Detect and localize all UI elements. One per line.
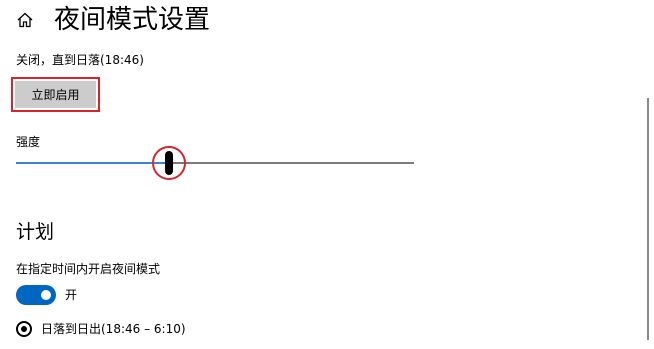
sunset-to-sunrise-label[interactable]: 日落到日出(18:46 – 6:10) — [41, 321, 186, 337]
strength-label: 强度 — [16, 135, 41, 149]
radio-selected-dot — [21, 326, 27, 332]
schedule-heading: 计划 — [16, 221, 55, 243]
page-title: 夜间模式设置 — [54, 5, 211, 35]
status-text: 关闭，直到日落(18:46) — [16, 53, 144, 67]
home-icon[interactable] — [16, 11, 34, 29]
slider-track-filled[interactable] — [16, 162, 169, 164]
schedule-toggle-description: 在指定时间内开启夜间模式 — [16, 262, 161, 276]
night-light-settings-page: 夜间模式设置 关闭，直到日落(18:46) 立即启用 强度 计划 在指定时间内开… — [0, 0, 654, 349]
scrollbar[interactable] — [647, 98, 649, 340]
sunset-to-sunrise-radio[interactable] — [16, 321, 32, 337]
enable-now-button[interactable]: 立即启用 — [15, 81, 96, 108]
slider-thumb-highlight — [152, 146, 186, 180]
toggle-knob — [41, 290, 51, 300]
schedule-toggle-switch[interactable] — [16, 285, 56, 305]
slider-track-empty[interactable] — [169, 162, 414, 164]
toggle-state-label: 开 — [65, 288, 78, 302]
